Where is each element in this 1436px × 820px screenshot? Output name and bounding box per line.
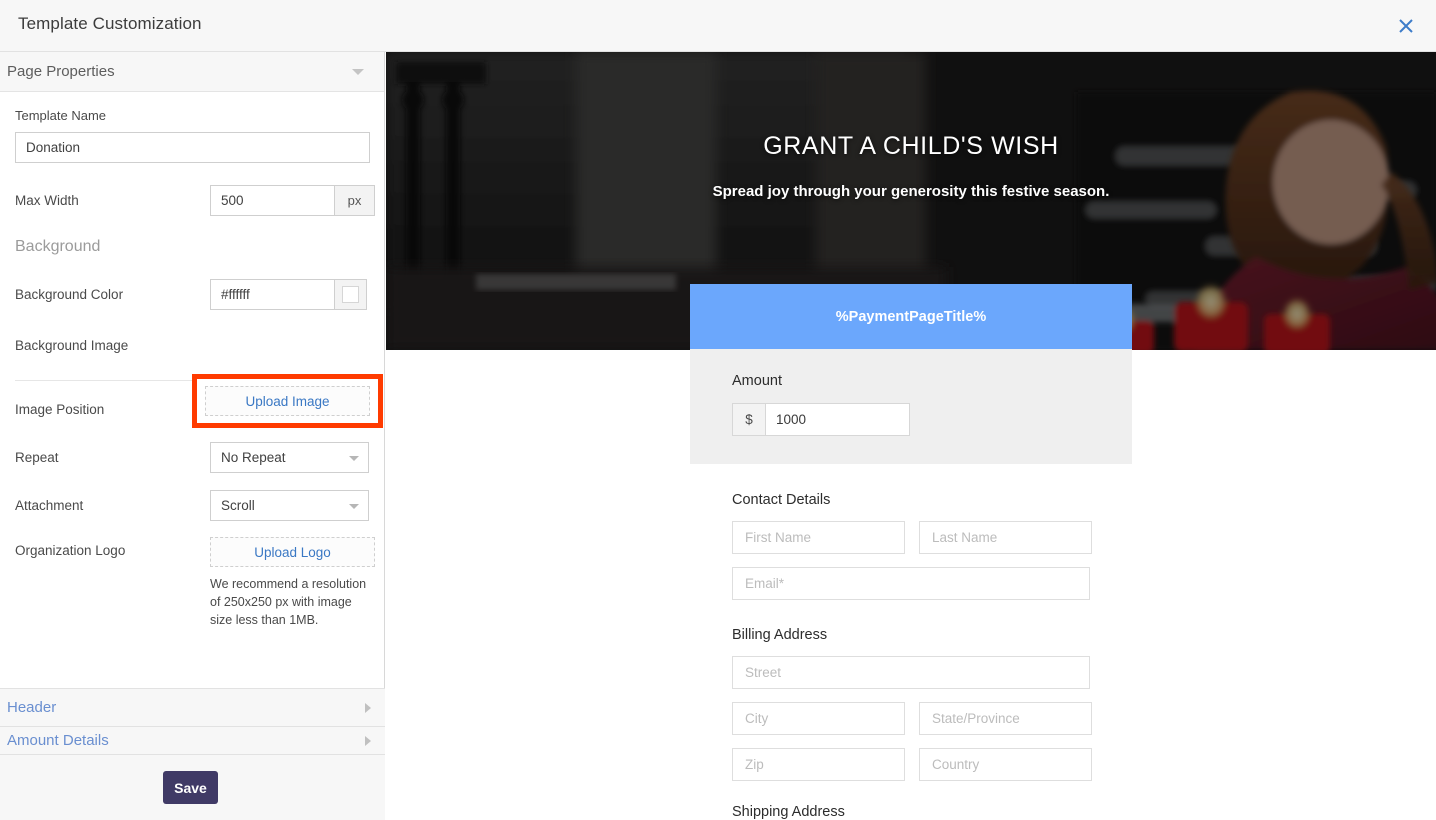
template-name-input[interactable] — [15, 132, 370, 163]
background-group-title: Background — [15, 238, 101, 255]
organization-logo-field: Organization Logo Upload Logo We recomme… — [15, 537, 375, 629]
upload-logo-button[interactable]: Upload Logo — [210, 537, 375, 567]
background-color-field: Background Color — [15, 270, 369, 318]
country-input[interactable] — [919, 748, 1092, 781]
max-width-field: Max Width px — [15, 176, 375, 224]
accordion-label: Header — [7, 699, 57, 716]
street-input[interactable] — [732, 656, 1090, 689]
chevron-right-icon — [365, 735, 371, 746]
color-swatch-button[interactable] — [334, 278, 367, 310]
contact-details-section: Contact Details Billing Address — [690, 464, 1132, 820]
background-color-label: Background Color — [15, 286, 124, 302]
repeat-field: Repeat No Repeat — [15, 433, 369, 481]
city-input[interactable] — [732, 702, 905, 735]
section-page-properties[interactable]: Page Properties — [0, 52, 384, 92]
chevron-down-icon — [352, 68, 364, 75]
repeat-select[interactable]: No Repeat — [210, 441, 369, 473]
email-input[interactable] — [732, 567, 1090, 600]
template-customization-window: Template Customization Page Properties T… — [0, 0, 1436, 820]
template-name-label: Template Name — [15, 108, 107, 123]
amount-section: Amount $ — [690, 349, 1132, 464]
amount-input-group: $ — [732, 403, 1090, 436]
zip-country-row — [732, 748, 1092, 781]
max-width-input[interactable] — [210, 184, 334, 216]
template-name-field: Template Name — [15, 92, 370, 163]
chevron-down-icon — [349, 455, 359, 461]
amount-input[interactable] — [765, 403, 910, 436]
repeat-label: Repeat — [15, 449, 59, 465]
sidebar-item-header[interactable]: Header — [0, 688, 385, 726]
attachment-label: Attachment — [15, 497, 84, 513]
first-name-input[interactable] — [732, 521, 905, 554]
upload-image-button[interactable]: Upload Image — [205, 386, 370, 416]
section-label: Page Properties — [7, 63, 115, 80]
name-row — [732, 521, 1092, 554]
sidebar-item-amount-details[interactable]: Amount Details — [0, 726, 385, 754]
page-title: Template Customization — [18, 14, 202, 33]
hero-title: GRANT A CHILD'S WISH — [763, 132, 1059, 160]
max-width-label: Max Width — [15, 192, 79, 208]
currency-symbol: $ — [732, 403, 765, 436]
background-image-field: Background Image — [15, 318, 369, 372]
attachment-value: Scroll — [221, 497, 255, 513]
email-row — [732, 567, 1090, 600]
accordion-label: Amount Details — [7, 732, 109, 749]
hero-subtitle: Spread joy through your generosity this … — [712, 183, 1110, 200]
accordion-list: Header Amount Details — [0, 688, 385, 754]
organization-logo-controls: Upload Logo We recommend a resolution of… — [210, 537, 375, 629]
payment-card: %PaymentPageTitle% Amount $ Contact Deta… — [690, 284, 1132, 820]
zip-input[interactable] — [732, 748, 905, 781]
image-position-label: Image Position — [15, 401, 105, 417]
last-name-input[interactable] — [919, 521, 1092, 554]
background-color-input[interactable] — [210, 278, 334, 310]
shipping-address-title: Shipping Address — [732, 804, 845, 820]
save-button[interactable]: Save — [163, 771, 218, 804]
attachment-field: Attachment Scroll — [15, 481, 369, 529]
organization-logo-label: Organization Logo — [15, 543, 126, 558]
contact-details-title: Contact Details — [732, 492, 831, 508]
background-color-input-group — [210, 278, 367, 310]
street-row — [732, 656, 1090, 689]
chevron-down-icon — [349, 503, 359, 509]
max-width-unit: px — [334, 184, 375, 216]
state-input[interactable] — [919, 702, 1092, 735]
color-swatch — [342, 285, 359, 303]
attachment-select[interactable]: Scroll — [210, 489, 369, 521]
template-preview: GRANT A CHILD'S WISH Spread joy through … — [386, 52, 1436, 820]
background-image-highlight: Upload Image — [192, 374, 383, 428]
payment-card-header: %PaymentPageTitle% — [690, 284, 1132, 349]
city-state-row — [732, 702, 1092, 735]
chevron-right-icon — [365, 702, 371, 713]
billing-address-title: Billing Address — [732, 627, 828, 643]
amount-title: Amount — [732, 373, 782, 389]
properties-sidebar: Page Properties Template Name Max Width … — [0, 52, 385, 820]
close-icon[interactable] — [1393, 13, 1419, 39]
sidebar-footer: Save — [0, 754, 385, 820]
window-titlebar: Template Customization — [0, 0, 1436, 52]
background-image-label: Background Image — [15, 337, 129, 353]
max-width-input-group: px — [210, 184, 375, 216]
organization-logo-hint: We recommend a resolution of 250x250 px … — [210, 577, 367, 627]
repeat-value: No Repeat — [221, 449, 286, 465]
